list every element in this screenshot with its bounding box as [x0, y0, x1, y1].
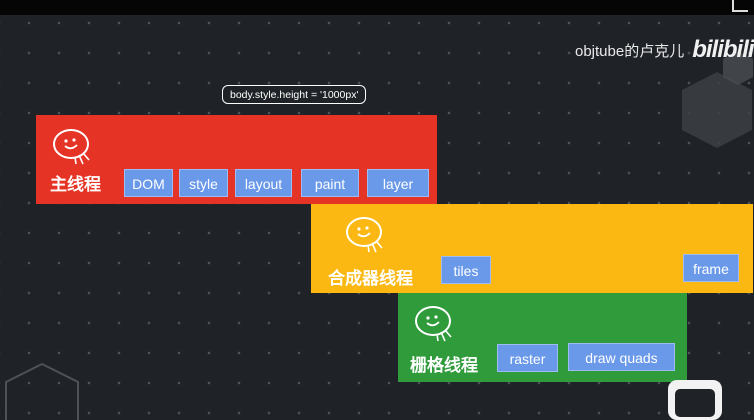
smiley-bubble-icon	[415, 306, 452, 342]
watermark: objtube的卢克儿 bilibili	[575, 36, 754, 64]
top-bar	[0, 0, 754, 15]
raster-thread-title: 栅格线程	[410, 356, 478, 375]
smiley-bubble-icon	[53, 129, 90, 165]
compositor-thread-title: 合成器线程	[328, 269, 413, 288]
task-frame: frame	[683, 254, 739, 282]
compositor-thread-lane: 合成器线程 tiles frame	[311, 204, 753, 293]
tv-screen	[675, 389, 715, 417]
tv-logo-icon	[668, 380, 722, 420]
task-layout: layout	[235, 169, 292, 197]
raster-thread-lane: 栅格线程 raster draw quads	[398, 293, 687, 382]
task-draw-quads: draw quads	[568, 343, 675, 371]
code-label: body.style.height = '1000px'	[222, 85, 367, 104]
watermark-author: objtube的卢克儿	[575, 42, 685, 60]
task-layer: layer	[367, 169, 429, 197]
task-dom: DOM	[124, 169, 173, 197]
bilibili-logo: bilibili	[692, 36, 754, 63]
hexagon-outline-decoration	[5, 362, 79, 420]
main-thread-lane: 主线程 DOM style layout paint layer	[36, 115, 437, 204]
task-tiles: tiles	[441, 256, 491, 284]
corner-icon	[732, 0, 748, 12]
task-style: style	[179, 169, 228, 197]
main-thread-title: 主线程	[50, 175, 101, 194]
task-raster: raster	[497, 344, 558, 372]
task-paint: paint	[301, 169, 359, 197]
smiley-bubble-icon	[346, 217, 383, 253]
